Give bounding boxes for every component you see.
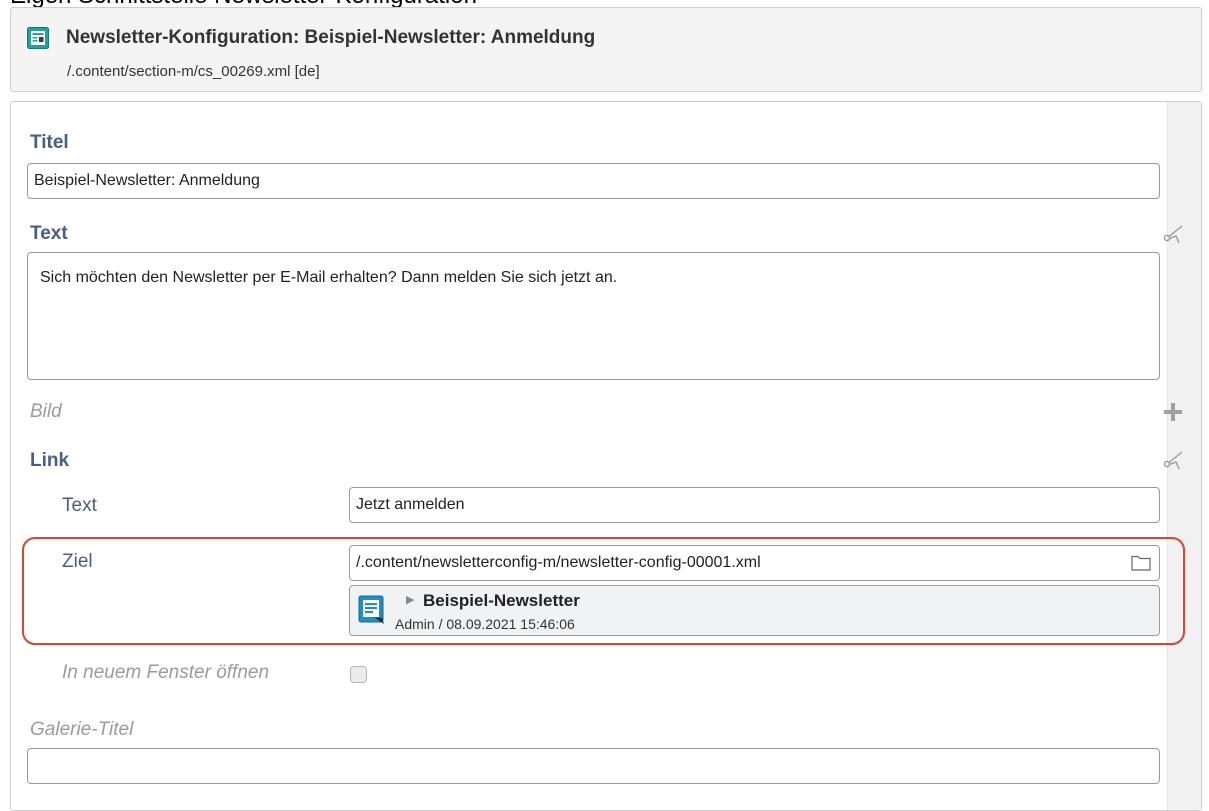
newsletter-resource-icon	[358, 595, 384, 624]
link-label: Link	[30, 450, 70, 471]
resource-title: Newsletter-Konfiguration: Beispiel-Newsl…	[66, 27, 596, 48]
link-ziel-input[interactable]: /.content/newsletterconfig-m/newsletter-…	[349, 545, 1160, 581]
form-panel	[10, 101, 1202, 811]
expand-caret-icon[interactable]: ▶	[406, 593, 414, 606]
resource-path: /.content/section-m/cs_00269.xml [de]	[67, 63, 320, 80]
linked-resource-card[interactable]: ▶ Beispiel-Newsletter Admin / 08.09.2021…	[349, 585, 1160, 636]
link-text-label: Text	[62, 495, 97, 516]
galerie-titel-input[interactable]	[27, 748, 1160, 784]
bild-label: Bild	[30, 401, 62, 422]
text-label: Text	[30, 223, 68, 244]
folder-icon[interactable]	[1131, 554, 1151, 571]
link-ziel-value: /.content/newsletterconfig-m/newsletter-…	[356, 554, 761, 571]
linked-resource-meta: Admin / 08.09.2021 15:46:06	[395, 616, 575, 632]
titel-label: Titel	[30, 132, 69, 153]
titel-input[interactable]: Beispiel-Newsletter: Anmeldung	[27, 163, 1160, 199]
resource-header: Newsletter-Konfiguration: Beispiel-Newsl…	[10, 7, 1202, 92]
plus-icon[interactable]	[1162, 401, 1184, 423]
link-text-input[interactable]: Jetzt anmelden	[349, 487, 1160, 523]
link-ziel-label: Ziel	[62, 551, 93, 572]
linked-resource-title: Beispiel-Newsletter	[423, 591, 580, 610]
newsletter-config-icon	[27, 27, 49, 49]
scissors-icon[interactable]	[1163, 223, 1185, 245]
scissors-icon[interactable]	[1163, 449, 1185, 471]
new-window-checkbox[interactable]	[350, 666, 367, 683]
text-textarea[interactable]: Sich möchten den Newsletter per E-Mail e…	[27, 252, 1160, 380]
new-window-label: In neuem Fenster öffnen	[62, 662, 270, 683]
galerie-titel-label: Galerie-Titel	[30, 719, 134, 740]
